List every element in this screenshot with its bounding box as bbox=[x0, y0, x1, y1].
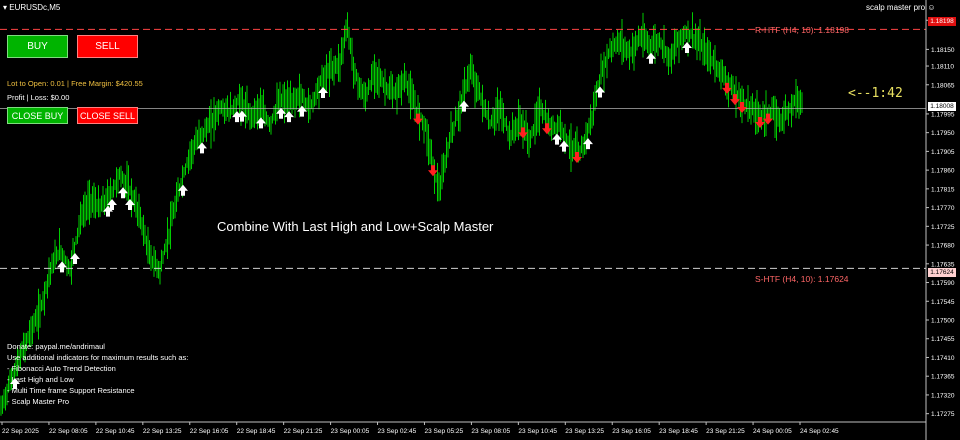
time-tick-label: 22 Sep 18:45 bbox=[237, 428, 276, 435]
dropdown-triangle-icon[interactable]: ▾ bbox=[3, 3, 7, 12]
support-price-tag: 1.17624 bbox=[928, 268, 956, 277]
price-tick-label: 1.17950 bbox=[931, 130, 955, 137]
overlay-caption: Combine With Last High and Low+Scalp Mas… bbox=[217, 219, 494, 234]
time-tick-label: 22 Sep 08:05 bbox=[49, 428, 88, 435]
price-tick-label: 1.17815 bbox=[931, 186, 955, 193]
close-buy-button[interactable]: CLOSE BUY bbox=[7, 107, 68, 124]
price-tick-label: 1.17410 bbox=[931, 355, 955, 362]
ad-line: - Last High and Low bbox=[7, 375, 74, 384]
time-tick-label: 22 Sep 13:25 bbox=[143, 428, 182, 435]
smiley-icon: ☺ bbox=[927, 3, 936, 12]
ad-line: Donate: paypal.me/andrimaul bbox=[7, 342, 105, 351]
time-tick-label: 22 Sep 16:05 bbox=[190, 428, 229, 435]
price-tick-label: 1.17680 bbox=[931, 243, 955, 250]
price-tick-label: 1.17770 bbox=[931, 205, 955, 212]
time-tick-label: 23 Sep 18:45 bbox=[659, 428, 698, 435]
profit-info: Profit | Loss: $0.00 bbox=[7, 93, 70, 102]
ad-line: - Multi Time frame Support Resistance bbox=[7, 386, 135, 395]
close-sell-button[interactable]: CLOSE SELL bbox=[77, 107, 138, 124]
price-tick-label: 1.18065 bbox=[931, 82, 955, 89]
ad-line: Use additional indicators for maximum re… bbox=[7, 353, 189, 362]
buy-button[interactable]: BUY bbox=[7, 35, 68, 58]
current-price-tag: 1.18008 bbox=[928, 102, 956, 111]
price-tick-label: 1.17500 bbox=[931, 318, 955, 325]
price-tick-label: 1.17995 bbox=[931, 111, 955, 118]
price-tick-label: 1.17320 bbox=[931, 392, 955, 399]
price-tick-label: 1.17905 bbox=[931, 149, 955, 156]
sell-button[interactable]: SELL bbox=[77, 35, 138, 58]
indicator-title: scalp master pro ☺ bbox=[866, 3, 936, 12]
price-tick-label: 1.17545 bbox=[931, 299, 955, 306]
price-tick-label: 1.17725 bbox=[931, 224, 955, 231]
time-tick-label: 24 Sep 00:05 bbox=[753, 428, 792, 435]
time-tick-label: 22 Sep 21:25 bbox=[284, 428, 323, 435]
lot-info: Lot to Open: 0.01 | Free Margin: $420.55 bbox=[7, 79, 143, 88]
ad-line: - Scalp Master Pro bbox=[7, 397, 70, 406]
time-tick-label: 23 Sep 10:45 bbox=[518, 428, 557, 435]
time-tick-label: 22 Sep 10:45 bbox=[96, 428, 135, 435]
indicator-label: scalp master pro bbox=[866, 3, 926, 12]
time-tick-label: 23 Sep 05:25 bbox=[424, 428, 463, 435]
time-tick-label: 23 Sep 16:05 bbox=[612, 428, 651, 435]
price-tick-label: 1.17455 bbox=[931, 336, 955, 343]
candle-timer: <--1:42 bbox=[848, 86, 903, 101]
symbol-title: ▾ EURUSDc,M5 bbox=[3, 3, 60, 12]
time-tick-label: 23 Sep 13:25 bbox=[565, 428, 604, 435]
time-tick-label: 23 Sep 00:05 bbox=[331, 428, 370, 435]
resistance-price-tag: 1.18198 bbox=[928, 17, 956, 26]
time-tick-label: 23 Sep 02:45 bbox=[378, 428, 417, 435]
time-tick-label: 22 Sep 2025 bbox=[2, 428, 39, 435]
price-tick-label: 1.17365 bbox=[931, 374, 955, 381]
price-tick-label: 1.18110 bbox=[931, 64, 954, 71]
ad-line: - Fibonacci Auto Trend Detection bbox=[7, 364, 116, 373]
symbol-label: EURUSDc,M5 bbox=[9, 3, 61, 12]
price-tick-label: 1.18150 bbox=[931, 47, 955, 54]
price-tick-label: 1.17590 bbox=[931, 280, 955, 287]
price-tick-label: 1.17860 bbox=[931, 168, 955, 175]
price-tick-label: 1.17275 bbox=[931, 411, 955, 418]
time-tick-label: 23 Sep 21:25 bbox=[706, 428, 745, 435]
support-label: S-HTF (H4, 10): 1.17624 bbox=[755, 274, 849, 284]
resistance-label: R-HTF (H4, 10): 1.18198 bbox=[755, 25, 850, 35]
time-tick-label: 23 Sep 08:05 bbox=[471, 428, 510, 435]
time-tick-label: 24 Sep 02:45 bbox=[800, 428, 839, 435]
